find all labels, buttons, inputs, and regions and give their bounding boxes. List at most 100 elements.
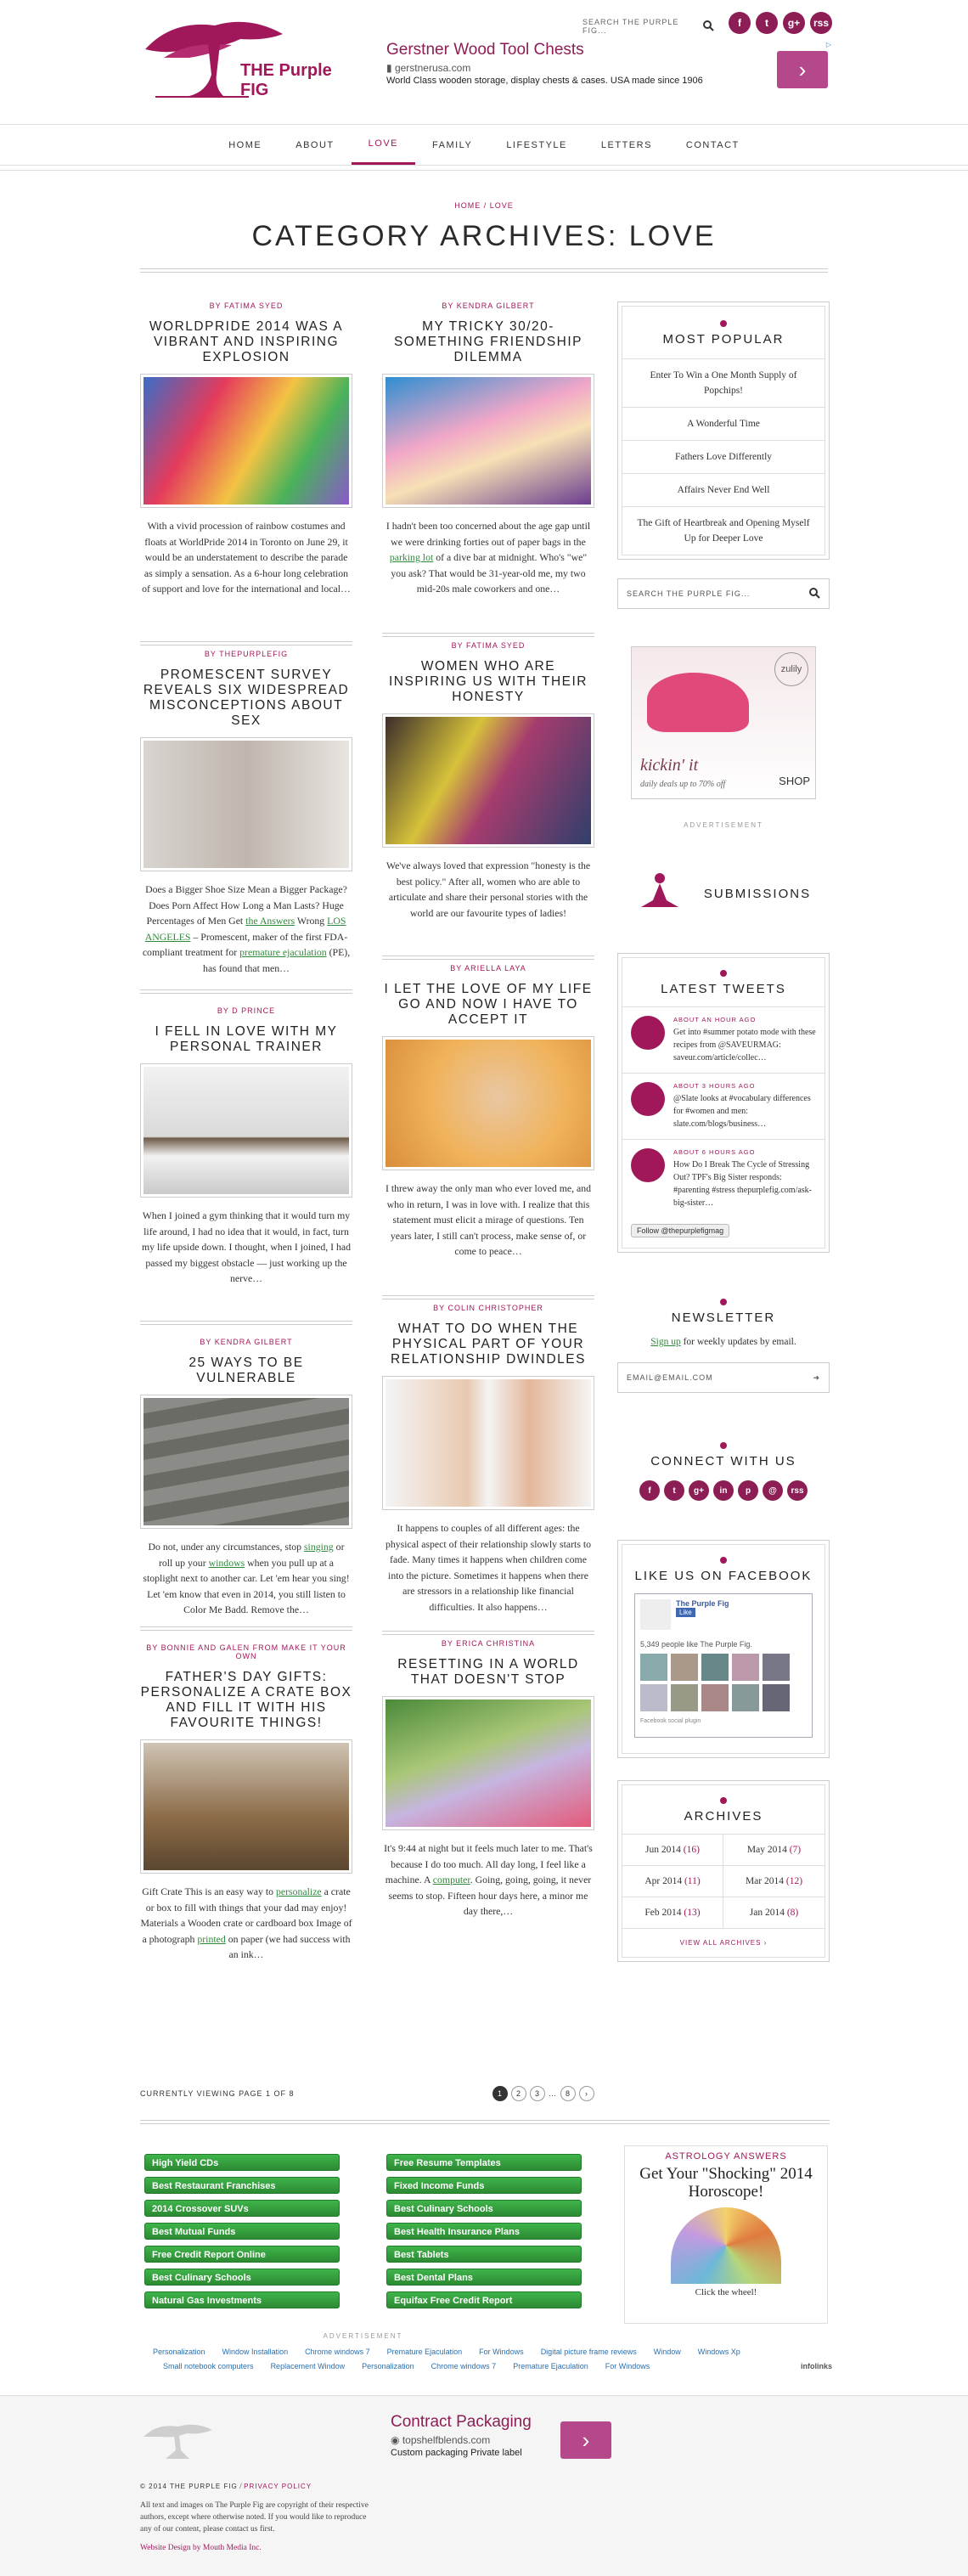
- sponsored-link-button[interactable]: Natural Gas Investments: [144, 2291, 340, 2308]
- sidebar-ad[interactable]: zulily kickin' it daily deals up to 70% …: [631, 646, 816, 799]
- post-author[interactable]: BY KENDRA GILBERT: [382, 302, 594, 310]
- infolink[interactable]: Chrome windows 7: [305, 2345, 370, 2359]
- archive-link[interactable]: Jan 2014 (8): [723, 1897, 824, 1928]
- ad-shop-button[interactable]: SHOP: [779, 775, 810, 787]
- privacy-policy-link[interactable]: PRIVACY POLICY: [244, 2483, 312, 2490]
- sponsored-link-button[interactable]: Free Resume Templates: [386, 2154, 582, 2171]
- sponsored-link-button[interactable]: Best Culinary Schools: [144, 2269, 340, 2286]
- archive-link[interactable]: May 2014 (7): [723, 1834, 824, 1865]
- post-image[interactable]: [382, 1696, 594, 1830]
- post-image[interactable]: [382, 374, 594, 508]
- infolink[interactable]: Premature Ejaculation: [387, 2345, 463, 2359]
- archive-link[interactable]: Apr 2014 (11): [622, 1865, 723, 1897]
- post-author[interactable]: BY FATIMA SYED: [382, 641, 594, 650]
- avatar[interactable]: [671, 1654, 698, 1681]
- avatar[interactable]: [763, 1654, 790, 1681]
- sponsored-link-button[interactable]: Best Culinary Schools: [386, 2200, 582, 2217]
- popular-item[interactable]: Enter To Win a One Month Supply of Popch…: [622, 358, 824, 407]
- infolinks-logo[interactable]: infolinks: [801, 2359, 832, 2374]
- page-8[interactable]: 8: [560, 2086, 576, 2101]
- tweet-item[interactable]: ABOUT 3 HOURS AGO @Slate looks at #vocabu…: [622, 1073, 824, 1139]
- breadcrumb-current[interactable]: LOVE: [490, 201, 514, 210]
- twitter-icon[interactable]: t: [664, 1480, 684, 1501]
- footer-ad[interactable]: Contract Packaging ◉ topshelfblends.com …: [391, 2413, 832, 2472]
- post-image[interactable]: [382, 1036, 594, 1170]
- post-author[interactable]: BY FATIMA SYED: [140, 302, 352, 310]
- sponsored-link-button[interactable]: Best Tablets: [386, 2246, 582, 2263]
- footer-logo[interactable]: [140, 2421, 225, 2464]
- page-3[interactable]: 3: [530, 2086, 545, 2101]
- sponsored-link-button[interactable]: Free Credit Report Online: [144, 2246, 340, 2263]
- facebook-like-button[interactable]: Like: [676, 1608, 695, 1617]
- nav-love[interactable]: LOVE: [351, 125, 415, 165]
- email-field[interactable]: EMAIL@EMAIL.COM ➜: [617, 1362, 830, 1393]
- ad-arrow-button[interactable]: ›: [560, 2421, 611, 2459]
- infolink[interactable]: Digital picture frame reviews: [541, 2345, 637, 2359]
- horoscope-ad[interactable]: ASTROLOGY ANSWERS Get Your "Shocking" 20…: [624, 2145, 828, 2324]
- inline-link[interactable]: premature ejaculation: [239, 946, 327, 958]
- header-ad[interactable]: Gerstner Wood Tool Chests ▮ gerstnerusa.…: [386, 41, 831, 110]
- infolink[interactable]: Small notebook computers: [163, 2359, 254, 2374]
- nav-about[interactable]: ABOUT: [279, 125, 351, 165]
- view-all-archives-link[interactable]: VIEW ALL ARCHIVES ›: [622, 1928, 824, 1957]
- infolink[interactable]: Window: [654, 2345, 681, 2359]
- google-plus-icon[interactable]: g+: [689, 1480, 709, 1501]
- popular-item[interactable]: Fathers Love Differently: [622, 440, 824, 473]
- sponsored-link-button[interactable]: Best Mutual Funds: [144, 2223, 340, 2240]
- next-page-button[interactable]: ›: [579, 2086, 594, 2101]
- inline-link[interactable]: windows: [209, 1557, 245, 1569]
- rss-icon[interactable]: rss: [787, 1480, 808, 1501]
- infolink[interactable]: For Windows: [479, 2345, 524, 2359]
- inline-link[interactable]: the Answers: [245, 915, 295, 927]
- post-title[interactable]: FATHER'S DAY GIFTS: PERSONALIZE A CRATE …: [140, 1670, 352, 1731]
- infolink[interactable]: Window Installation: [222, 2345, 289, 2359]
- inline-link[interactable]: singing: [304, 1541, 334, 1553]
- post-title[interactable]: I FELL IN LOVE WITH MY PERSONAL TRAINER: [140, 1024, 352, 1055]
- avatar[interactable]: [732, 1684, 759, 1711]
- post-image[interactable]: [140, 374, 352, 508]
- popular-item[interactable]: Affairs Never End Well: [622, 473, 824, 506]
- nav-home[interactable]: HOME: [211, 125, 279, 165]
- sponsored-link-button[interactable]: Best Health Insurance Plans: [386, 2223, 582, 2240]
- sponsored-link-button[interactable]: Best Dental Plans: [386, 2269, 582, 2286]
- inline-link[interactable]: parking lot: [390, 551, 433, 563]
- infolink[interactable]: For Windows: [605, 2359, 650, 2374]
- avatar[interactable]: [701, 1654, 729, 1681]
- submissions-label[interactable]: SUBMISSIONS: [704, 887, 811, 901]
- design-credit[interactable]: Website Design by Mouth Media Inc.: [140, 2542, 378, 2554]
- adchoices-icon[interactable]: ▷: [826, 41, 831, 48]
- inline-link[interactable]: personalize: [276, 1885, 322, 1897]
- rss-icon[interactable]: rss: [810, 12, 832, 34]
- post-title[interactable]: 25 WAYS TO BE VULNERABLE: [140, 1356, 352, 1386]
- post-title[interactable]: MY TRICKY 30/20-SOMETHING FRIENDSHIP DIL…: [382, 319, 594, 365]
- popular-item[interactable]: A Wonderful Time: [622, 407, 824, 440]
- sponsored-link-button[interactable]: High Yield CDs: [144, 2154, 340, 2171]
- post-title[interactable]: RESETTING IN A WORLD THAT DOESN'T STOP: [382, 1657, 594, 1688]
- ad-title[interactable]: Contract Packaging: [391, 2413, 832, 2432]
- nav-letters[interactable]: LETTERS: [584, 125, 669, 165]
- post-author[interactable]: BY KENDRA GILBERT: [140, 1338, 352, 1346]
- post-image[interactable]: [140, 1063, 352, 1198]
- ad-title[interactable]: Gerstner Wood Tool Chests: [386, 41, 828, 59]
- tweet-item[interactable]: ABOUT 6 HOURS AGO How Do I Break The Cycl…: [622, 1139, 824, 1218]
- site-logo[interactable]: THE Purple FIG: [138, 15, 351, 109]
- sidebar-search-input[interactable]: SEARCH THE PURPLE FIG...: [617, 578, 830, 609]
- twitter-icon[interactable]: t: [756, 12, 778, 34]
- infolink[interactable]: Chrome windows 7: [431, 2359, 497, 2374]
- linkedin-icon[interactable]: in: [713, 1480, 734, 1501]
- post-author[interactable]: BY BONNIE AND GALEN FROM MAKE IT YOUR OW…: [140, 1643, 352, 1660]
- post-author[interactable]: BY COLIN CHRISTOPHER: [382, 1304, 594, 1312]
- post-image[interactable]: [382, 1376, 594, 1510]
- infolink[interactable]: Replacement Window: [271, 2359, 346, 2374]
- email-icon[interactable]: @: [763, 1480, 783, 1501]
- header-search-input[interactable]: SEARCH THE PURPLE FIG...: [582, 17, 715, 36]
- twitter-follow-button[interactable]: Follow @thepurplefigmag: [631, 1224, 730, 1237]
- pinterest-icon[interactable]: p: [738, 1480, 758, 1501]
- zodiac-wheel[interactable]: [671, 2207, 781, 2284]
- ad-cta[interactable]: Click the wheel!: [625, 2287, 827, 2297]
- avatar[interactable]: [763, 1684, 790, 1711]
- sponsored-link-button[interactable]: Equifax Free Credit Report: [386, 2291, 582, 2308]
- post-image[interactable]: [382, 713, 594, 848]
- archive-link[interactable]: Mar 2014 (12): [723, 1865, 824, 1897]
- search-icon[interactable]: [809, 587, 820, 600]
